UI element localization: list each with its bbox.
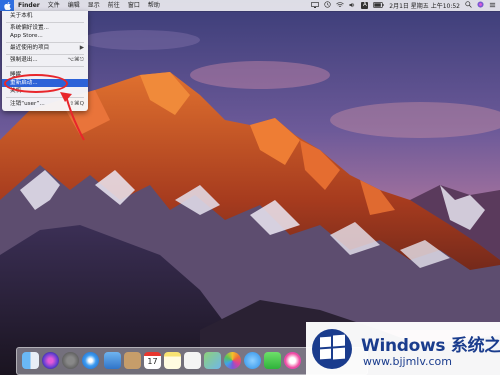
wifi-icon[interactable] — [336, 1, 345, 10]
watermark-url: www.bjjmlv.com — [363, 355, 452, 368]
menu-item-label: 强制退出... — [10, 57, 38, 63]
input-method-icon[interactable]: A — [361, 2, 369, 9]
menu-separator — [6, 42, 84, 43]
menu-separator — [6, 22, 84, 23]
battery-icon[interactable] — [373, 1, 384, 10]
facetime-icon[interactable] — [264, 352, 281, 369]
contacts-icon[interactable] — [124, 352, 141, 369]
menu-file[interactable]: 文件 — [44, 0, 64, 11]
menu-bar: Finder 文件 编辑 显示 前往 窗口 帮助 A 2月1日 星期五 上午10… — [0, 0, 500, 11]
finder-icon[interactable] — [22, 352, 39, 369]
menu-item-label: 系统偏好设置... — [10, 25, 49, 31]
windows-logo-icon — [312, 329, 352, 369]
menu-separator — [6, 54, 84, 55]
annotation-ellipse — [4, 74, 68, 93]
photos-icon[interactable] — [224, 352, 241, 369]
notification-center-icon[interactable] — [489, 2, 496, 10]
apple-menu-icon[interactable] — [0, 0, 14, 11]
menu-bar-clock[interactable]: 2月1日 星期五 上午10:52 — [389, 1, 460, 10]
volume-icon[interactable] — [349, 2, 356, 10]
menu-item-about[interactable]: 关于本机 — [2, 12, 88, 20]
mail-icon[interactable] — [104, 352, 121, 369]
menu-view[interactable]: 显示 — [84, 0, 104, 11]
menu-separator — [6, 97, 84, 98]
siri-menu-icon[interactable] — [477, 1, 484, 10]
messages-icon[interactable] — [244, 352, 261, 369]
menu-separator — [6, 66, 84, 67]
menu-item-system-preferences[interactable]: 系统偏好设置... — [2, 24, 88, 32]
menu-help[interactable]: 帮助 — [144, 0, 164, 11]
menu-item-label: App Store... — [10, 33, 43, 39]
siri-icon[interactable] — [42, 352, 59, 369]
calendar-icon[interactable]: 17 — [144, 352, 161, 369]
itunes-icon[interactable] — [284, 352, 301, 369]
menu-finder[interactable]: Finder — [14, 0, 44, 11]
menu-item-logout[interactable]: 注销“user”... ⇧⌘Q — [2, 100, 88, 108]
menu-item-app-store[interactable]: App Store... — [2, 32, 88, 40]
menu-item-label: 最近使用的项目 — [10, 45, 50, 51]
menu-item-shortcut: ⇧⌘Q — [69, 101, 84, 107]
apple-dropdown-menu: 关于本机 系统偏好设置... App Store... 最近使用的项目 ▶ 强制… — [2, 11, 88, 111]
safari-icon[interactable] — [82, 352, 99, 369]
menu-item-label: 注销“user”... — [10, 101, 45, 107]
menu-item-label: 关于本机 — [10, 13, 33, 19]
time-machine-icon[interactable] — [324, 1, 332, 10]
maps-icon[interactable] — [204, 352, 221, 369]
watermark: Windows 系统之家 www.bjjmlv.com — [306, 322, 500, 375]
launchpad-icon[interactable] — [62, 352, 79, 369]
menu-item-shortcut: ⌥⌘⎋ — [67, 57, 84, 63]
reminders-icon[interactable] — [184, 352, 201, 369]
menu-item-recent-items[interactable]: 最近使用的项目 ▶ — [2, 44, 88, 52]
menu-item-force-quit[interactable]: 强制退出... ⌥⌘⎋ — [2, 56, 88, 64]
watermark-brand: Windows 系统之家 — [361, 336, 500, 356]
submenu-arrow-icon: ▶ — [79, 45, 84, 51]
display-icon[interactable] — [311, 1, 320, 10]
spotlight-icon[interactable] — [465, 1, 472, 10]
notes-icon[interactable] — [164, 352, 181, 369]
menu-edit[interactable]: 编辑 — [64, 0, 84, 11]
menu-window[interactable]: 窗口 — [124, 0, 144, 11]
menu-go[interactable]: 前往 — [104, 0, 124, 11]
